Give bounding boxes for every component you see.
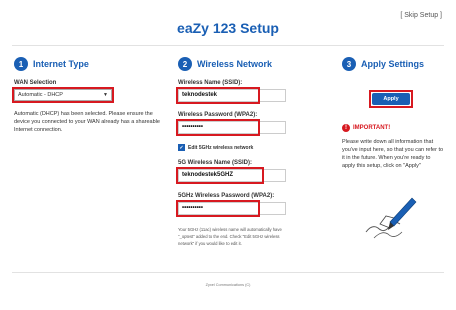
exclamation-icon: ! (342, 124, 350, 132)
ssid-5g-label: 5G Wireless Name (SSID): (178, 160, 252, 166)
divider-bottom (12, 272, 444, 273)
important-text: Please write down all information that y… (342, 139, 444, 169)
edit-5ghz-checkbox-row[interactable]: ✓ Edit 5GHz wireless network (178, 144, 253, 151)
step-number-2: 2 (178, 57, 192, 71)
5ghz-note: Your 5GHz (11ac) wireless name will auto… (178, 227, 282, 246)
important-heading: ! IMPORTANT! (342, 124, 390, 132)
step-number-3: 3 (342, 57, 356, 71)
step-wireless-network: 2 Wireless Network (178, 57, 272, 71)
footer-copyright: Zyxel Communications (C) (205, 283, 251, 287)
internet-description: Automatic (DHCP) has been selected. Plea… (14, 111, 160, 133)
password-label: Wireless Password (WPA2): (178, 112, 258, 118)
password-5g-input[interactable]: •••••••••• (178, 202, 286, 215)
page-title: eaZy 123 Setup (177, 20, 279, 36)
step-label-2: Wireless Network (197, 59, 272, 69)
setup-page: [ Skip Setup ] eaZy 123 Setup 1 Internet… (0, 0, 456, 310)
chevron-down-icon: ▼ (103, 92, 108, 98)
password-5g-label: 5GHz Wireless Password (WPA2): (178, 193, 275, 199)
ssid-5g-input[interactable]: teknodestek5GHZ (178, 169, 286, 182)
hand-writing-illustration-icon (365, 197, 417, 239)
step-internet-type: 1 Internet Type (14, 57, 89, 71)
step-apply-settings: 3 Apply Settings (342, 57, 424, 71)
wan-select[interactable]: Automatic - DHCP ▼ (14, 89, 112, 101)
ssid-label: Wireless Name (SSID): (178, 80, 243, 86)
divider-top (12, 45, 444, 46)
wan-selection-label: WAN Selection (14, 80, 57, 86)
important-label: IMPORTANT! (353, 125, 391, 131)
checkbox-checked-icon[interactable]: ✓ (178, 144, 185, 151)
wan-select-value: Automatic - DHCP (18, 92, 63, 98)
step-label-1: Internet Type (33, 59, 89, 69)
password-input[interactable]: •••••••••• (178, 121, 286, 134)
step-label-3: Apply Settings (361, 59, 425, 69)
step-number-1: 1 (14, 57, 28, 71)
ssid-input[interactable]: teknodestek (178, 89, 286, 102)
apply-button[interactable]: Apply (372, 93, 410, 105)
edit-5ghz-label: Edit 5GHz wireless network (188, 144, 254, 151)
skip-setup-link[interactable]: [ Skip Setup ] (400, 12, 442, 19)
